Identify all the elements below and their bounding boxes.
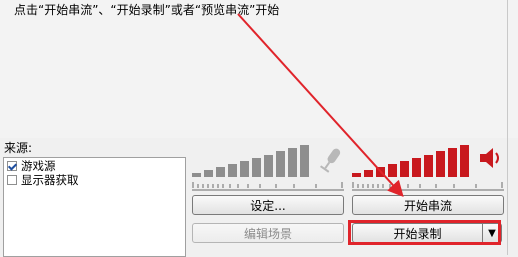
instruction-text: 点击“开始串流”、“开始录制”或者“预览串流”开始 (14, 3, 280, 17)
source-item-monitor-capture[interactable]: 显示器获取 (7, 172, 185, 187)
start-streaming-button[interactable]: 开始串流 (352, 195, 504, 215)
settings-button[interactable]: 设定... (192, 195, 344, 215)
sources-list[interactable]: 游戏源 显示器获取 (3, 157, 186, 257)
microphone-level-meter (192, 143, 312, 177)
microphone-muted-icon[interactable] (318, 145, 344, 175)
annotation-highlight-box (348, 220, 501, 245)
edit-scene-button[interactable]: 编辑场景 (192, 223, 344, 243)
preview-area: 点击“开始串流”、“开始录制”或者“预览串流”开始 (0, 0, 518, 138)
source-item-game[interactable]: 游戏源 (7, 159, 185, 173)
desktop-audio-level-meter (352, 143, 472, 177)
microphone-volume-scale[interactable] (192, 180, 344, 192)
speaker-icon[interactable] (478, 146, 504, 170)
checkbox-unchecked-icon[interactable] (7, 174, 17, 185)
checkbox-checked-icon[interactable] (7, 160, 17, 171)
desktop-volume-scale[interactable] (352, 180, 504, 192)
source-item-label: 显示器获取 (21, 172, 79, 187)
sources-label: 来源: (4, 141, 33, 155)
window-edge-divider (507, 0, 508, 255)
